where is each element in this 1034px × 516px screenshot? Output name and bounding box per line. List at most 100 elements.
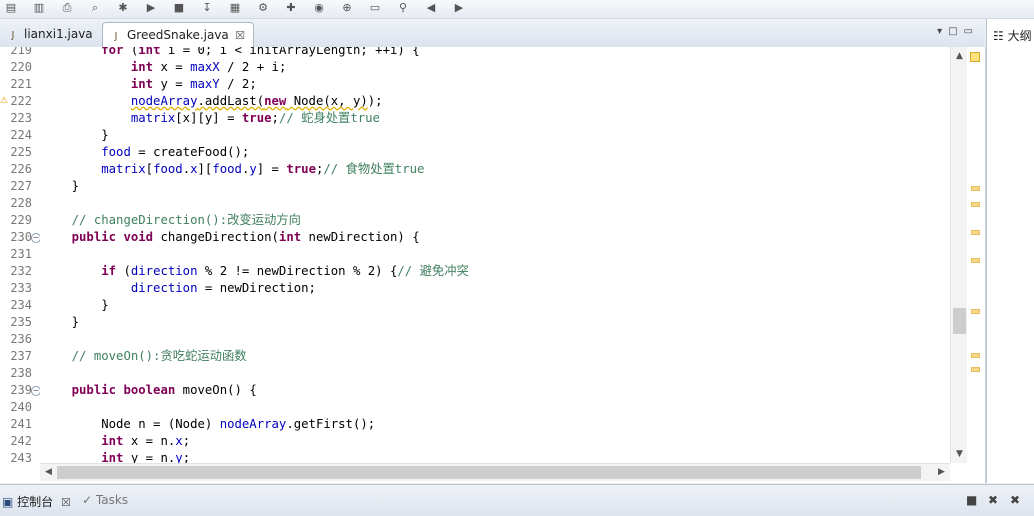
save-icon[interactable]: ▤ <box>4 1 18 15</box>
line-number: 220 <box>10 60 32 74</box>
view-menu-icon[interactable]: ▾ <box>937 26 948 37</box>
code-line[interactable]: public void changeDirection(int newDirec… <box>42 229 420 246</box>
tab-console[interactable]: ▣ 控制台 ☒ <box>2 493 71 510</box>
tab-outline[interactable]: ☷ 大纲 <box>993 27 1032 44</box>
code-editor[interactable]: 219 220 221 222 ⚠ 223 224 225 226 227 228 229 230−23… <box>0 47 986 483</box>
line-number-gutter: 219 220 221 222 ⚠ 223 224 225 226 227 228 229 230−23… <box>0 47 40 463</box>
remove-all-icon[interactable]: ✖ <box>1010 493 1020 507</box>
scroll-down-icon[interactable]: ▼ <box>951 447 968 461</box>
console-icon: ▣ <box>2 495 14 509</box>
build-icon[interactable]: ⚙ <box>256 1 270 15</box>
line-number: 242 <box>10 434 32 448</box>
line-number: 240 <box>10 400 32 414</box>
code-line[interactable] <box>42 365 72 382</box>
print-icon[interactable]: ⎙ <box>60 1 74 15</box>
tab-tasks[interactable]: ✓ Tasks <box>82 493 128 507</box>
new-java-project-icon[interactable]: ✚ <box>284 1 298 15</box>
outline-pane: ☷ 大纲 <box>986 19 1034 483</box>
code-line[interactable] <box>42 399 72 416</box>
close-icon[interactable]: ☒ <box>61 496 71 509</box>
open-folder-icon[interactable]: ▭ <box>368 1 382 15</box>
code-area[interactable]: for (int i = 0; i < initArrayLength; ++i… <box>40 47 950 463</box>
code-line[interactable]: food = createFood(); <box>42 144 249 161</box>
line-number: 232 <box>10 264 32 278</box>
code-line[interactable]: Node n = (Node) nodeArray.getFirst(); <box>42 416 375 433</box>
overview-marker[interactable] <box>971 230 980 235</box>
code-line[interactable]: direction = newDirection; <box>42 280 316 297</box>
stop-icon[interactable]: ■ <box>966 493 977 507</box>
tab-greedsnake[interactable]: J GreedSnake.java ☒ <box>102 22 254 48</box>
stop-icon[interactable]: ■ <box>172 1 186 15</box>
main-toolbar: ▤ ▥ ⎙ ⌕ ✱ ▶ ■ ↧ ▦ ⚙ ✚ ◉ ⊕ ▭ ⚲ ◀ ▶ <box>0 0 1034 19</box>
vertical-scrollbar[interactable]: ▲ ▼ <box>950 47 968 463</box>
back-icon[interactable]: ◀ <box>424 1 438 15</box>
code-line[interactable]: int x = maxX / 2 + i; <box>42 59 287 76</box>
search-menu-icon[interactable]: ⚲ <box>396 1 410 15</box>
package-icon[interactable]: ▦ <box>228 1 242 15</box>
fold-toggle-icon[interactable]: − <box>31 233 40 243</box>
warning-summary-icon[interactable] <box>970 52 980 62</box>
tab-controls: ▾□▭ <box>937 26 979 37</box>
overview-marker[interactable] <box>971 367 980 372</box>
debug-icon[interactable]: ✱ <box>116 1 130 15</box>
code-line[interactable]: } <box>42 314 79 331</box>
line-number: 226 <box>10 162 32 176</box>
horizontal-scrollbar[interactable]: ◀ ▶ <box>40 463 950 481</box>
run-icon[interactable]: ▶ <box>144 1 158 15</box>
outline-icon: ☷ <box>993 29 1004 43</box>
open-type-icon[interactable]: ⊕ <box>340 1 354 15</box>
code-line[interactable]: // moveOn():贪吃蛇运动函数 <box>42 348 247 365</box>
overview-ruler[interactable] <box>967 47 984 463</box>
forward-icon[interactable]: ▶ <box>452 1 466 15</box>
code-line[interactable] <box>42 331 72 348</box>
remove-launch-icon[interactable]: ✖ <box>988 493 998 507</box>
close-icon[interactable]: ☒ <box>235 23 245 48</box>
overview-marker[interactable] <box>971 309 980 314</box>
overview-marker[interactable] <box>971 258 980 263</box>
code-line[interactable]: } <box>42 127 108 144</box>
warning-icon[interactable]: ⚠ <box>0 96 8 106</box>
line-number: 235 <box>10 315 32 329</box>
scroll-up-icon[interactable]: ▲ <box>951 49 968 63</box>
overview-marker[interactable] <box>971 186 980 191</box>
code-line[interactable]: int y = maxY / 2; <box>42 76 257 93</box>
tab-label: GreedSnake.java <box>127 28 229 42</box>
maximize-icon[interactable]: ▭ <box>964 26 979 37</box>
fold-toggle-icon[interactable]: − <box>31 386 40 396</box>
line-number: 227 <box>10 179 32 193</box>
vertical-scroll-thumb[interactable] <box>953 308 966 334</box>
line-number: 238 <box>10 366 32 380</box>
line-number: 241 <box>10 417 32 431</box>
java-file-icon: J <box>114 31 118 42</box>
code-line[interactable]: } <box>42 178 79 195</box>
line-number: 228 <box>10 196 32 210</box>
line-number: 225 <box>10 145 32 159</box>
scroll-right-icon[interactable]: ▶ <box>933 464 950 481</box>
search-icon[interactable]: ⌕ <box>88 1 102 15</box>
code-line[interactable]: matrix[food.x][food.y] = true;// 食物处置tru… <box>42 161 424 178</box>
code-line[interactable]: nodeArray.addLast(new Node(x, y)); <box>42 93 383 110</box>
bottom-panel-bar: ▣ 控制台 ☒ ✓ Tasks ■ ✖ ✖ <box>0 484 1034 516</box>
line-number: 223 <box>10 111 32 125</box>
code-line[interactable] <box>42 246 72 263</box>
tab-lianxi1[interactable]: Jlianxi1.java <box>0 22 102 47</box>
horizontal-scroll-thumb[interactable] <box>57 466 921 479</box>
code-line[interactable]: // changeDirection():改变运动方向 <box>42 212 301 229</box>
code-line[interactable]: } <box>42 297 108 314</box>
new-class-icon[interactable]: ◉ <box>312 1 326 15</box>
code-line[interactable]: matrix[x][y] = true;// 蛇身处置true <box>42 110 380 127</box>
code-line[interactable]: for (int i = 0; i < initArrayLength; ++i… <box>42 47 419 59</box>
scroll-left-icon[interactable]: ◀ <box>40 464 57 481</box>
code-line[interactable] <box>42 195 72 212</box>
code-line[interactable]: int y = n.y; <box>42 450 190 463</box>
overview-marker[interactable] <box>971 353 980 358</box>
save-all-icon[interactable]: ▥ <box>32 1 46 15</box>
editor-tab-bar: Jlianxi1.java J GreedSnake.java ☒ ▾□▭ <box>0 19 985 48</box>
overview-marker[interactable] <box>971 202 980 207</box>
code-line[interactable]: if (direction % 2 != newDirection % 2) {… <box>42 263 469 280</box>
line-number: 234 <box>10 298 32 312</box>
step-icon[interactable]: ↧ <box>200 1 214 15</box>
minimize-icon[interactable]: □ <box>948 26 963 37</box>
code-line[interactable]: int x = n.x; <box>42 433 190 450</box>
code-line[interactable]: public boolean moveOn() { <box>42 382 257 399</box>
